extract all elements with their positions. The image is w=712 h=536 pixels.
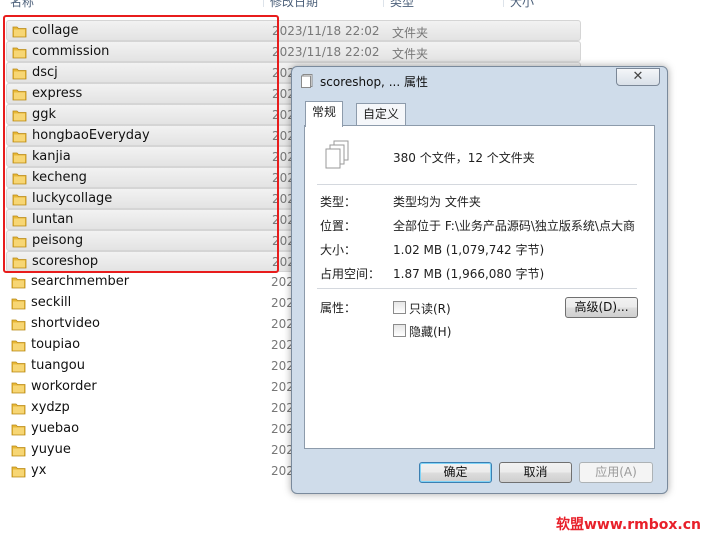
column-divider[interactable] — [263, 0, 264, 7]
file-name: tuangou — [31, 358, 85, 373]
folder-icon — [11, 298, 26, 310]
general-panel: 380 个文件，12 个文件夹 类型： 类型均为 文件夹 位置： 全部位于 F:… — [304, 125, 655, 449]
cancel-button[interactable]: 取消 — [499, 462, 572, 483]
column-type[interactable]: 类型 — [390, 0, 414, 10]
disk-size-value: 1.87 MB (1,966,080 字节) — [393, 267, 545, 281]
multiple-files-icon — [325, 140, 349, 169]
folder-icon — [11, 340, 26, 352]
file-name: toupiao — [31, 337, 81, 352]
divider — [317, 184, 637, 185]
advanced-button[interactable]: 高级(D)... — [565, 297, 638, 318]
file-date: 2023/11/18 22:02 — [272, 45, 380, 59]
column-header: 名称 修改日期 类型 大小 — [0, 0, 712, 10]
folder-icon — [11, 277, 26, 289]
column-divider[interactable] — [383, 0, 384, 7]
folder-icon — [11, 466, 26, 478]
type-value: 类型均为 文件夹 — [393, 195, 481, 209]
selection-summary: 380 个文件，12 个文件夹 — [393, 151, 535, 165]
file-name: seckill — [31, 295, 72, 310]
divider — [317, 288, 637, 289]
readonly-checkbox[interactable] — [393, 301, 406, 314]
column-name[interactable]: 名称 — [10, 0, 34, 10]
folder-icon — [11, 382, 26, 394]
tab-general[interactable]: 常规 — [305, 101, 344, 127]
readonly-label[interactable]: 只读(R) — [409, 300, 451, 317]
size-label: 大小： — [320, 243, 357, 257]
folder-icon — [11, 319, 26, 331]
highlight-frame — [3, 15, 279, 273]
folder-icon — [11, 424, 26, 436]
properties-dialog: scoreshop, ... 属性 ✕ 常规 自定义 380 个文件，12 个文… — [291, 66, 668, 494]
close-button[interactable]: ✕ — [616, 68, 660, 86]
size-value: 1.02 MB (1,079,742 字节) — [393, 243, 545, 257]
file-name: searchmember — [31, 274, 130, 289]
close-icon: ✕ — [632, 69, 644, 84]
column-modified[interactable]: 修改日期 — [270, 0, 318, 10]
file-name: yx — [31, 463, 47, 478]
file-name: xydzp — [31, 400, 70, 415]
column-divider[interactable] — [503, 0, 504, 7]
folder-icon — [11, 361, 26, 373]
column-size[interactable]: 大小 — [510, 0, 534, 10]
file-name: workorder — [31, 379, 97, 394]
apply-button[interactable]: 应用(A) — [579, 462, 653, 483]
disk-size-label: 占用空间： — [320, 267, 381, 281]
file-date: 2023/11/18 22:02 — [272, 24, 380, 38]
document-icon — [301, 74, 313, 88]
file-name: yuyue — [31, 442, 71, 457]
folder-icon — [11, 403, 26, 415]
file-type: 文件夹 — [392, 26, 429, 40]
tab-custom[interactable]: 自定义 — [356, 103, 407, 125]
file-name: shortvideo — [31, 316, 100, 331]
type-label: 类型： — [320, 195, 357, 209]
hidden-checkbox[interactable] — [393, 324, 406, 337]
file-name: yuebao — [31, 421, 80, 436]
ok-button[interactable]: 确定 — [419, 462, 492, 483]
hidden-label[interactable]: 隐藏(H) — [409, 323, 451, 340]
location-label: 位置： — [320, 219, 357, 233]
attributes-label: 属性： — [320, 301, 357, 315]
dialog-title: scoreshop, ... 属性 — [320, 75, 428, 89]
file-type: 文件夹 — [392, 47, 429, 61]
watermark: 软盟www.rmbox.cn — [556, 517, 701, 533]
location-value: 全部位于 F:\业务产品源码\独立版系统\点大商 — [393, 219, 635, 233]
folder-icon — [11, 445, 26, 457]
